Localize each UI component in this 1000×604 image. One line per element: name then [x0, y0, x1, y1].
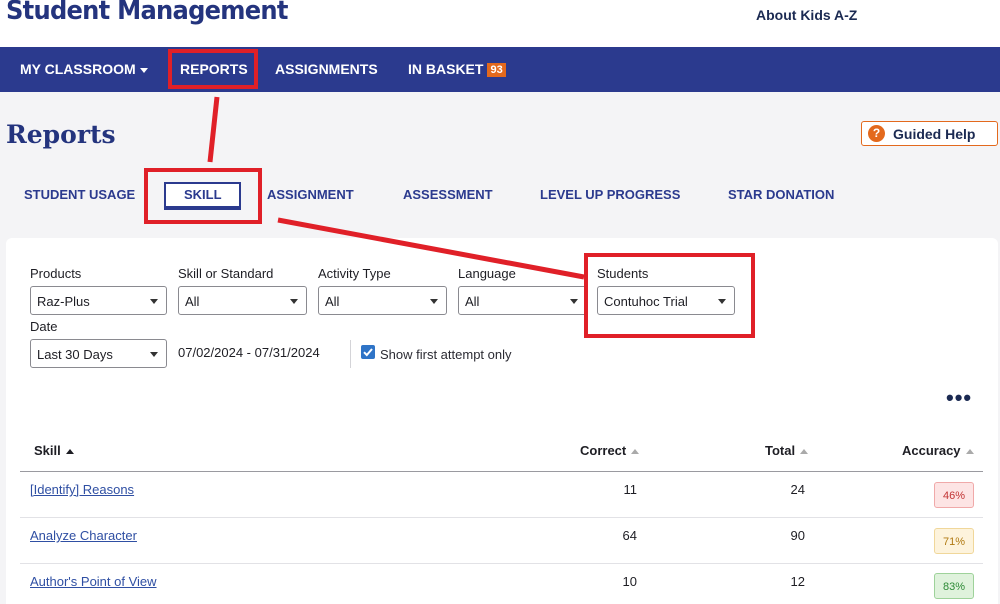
- annotation-line: [277, 217, 585, 280]
- annotation-line: [207, 96, 220, 163]
- annotation-arrows: [207, 96, 585, 280]
